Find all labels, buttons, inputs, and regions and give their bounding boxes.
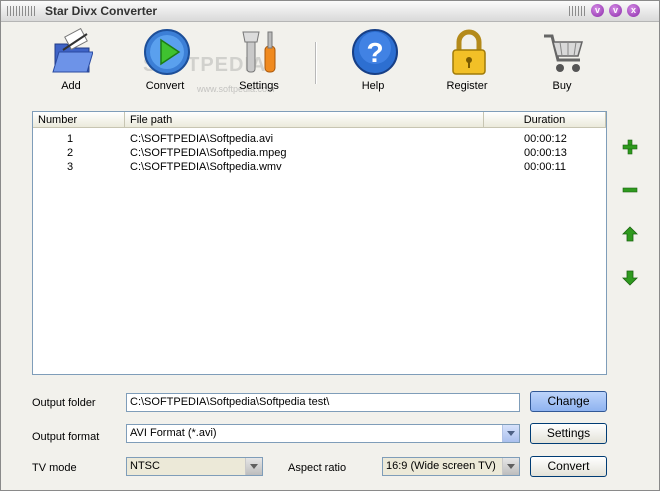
settings-button[interactable]: Settings <box>530 423 607 444</box>
chevron-down-icon[interactable] <box>502 458 519 475</box>
tv-mode-label: TV mode <box>32 462 77 474</box>
toolbar-label-buy: Buy <box>552 80 572 92</box>
help-button[interactable]: ? Help <box>338 22 408 96</box>
column-number[interactable]: Number <box>33 112 125 128</box>
title-grip <box>7 6 35 16</box>
tv-mode-value: NTSC <box>130 460 160 472</box>
register-button[interactable]: Register <box>432 22 502 96</box>
main-window: Star Divx Converter v v x SOFTPEDIA www.… <box>0 0 660 491</box>
plus-icon[interactable] <box>622 139 638 155</box>
output-folder-field[interactable]: C:\SOFTPEDIA\Softpedia\Softpedia test\ <box>126 393 520 412</box>
row-path: C:\SOFTPEDIA\Softpedia.mpeg <box>130 147 287 159</box>
play-circle-icon <box>144 29 190 75</box>
column-duration[interactable]: Duration <box>484 112 606 128</box>
column-file-path[interactable]: File path <box>125 112 484 128</box>
row-duration: 00:00:13 <box>524 147 567 159</box>
chevron-down-icon[interactable] <box>245 458 262 475</box>
window-help-icon[interactable]: v <box>591 4 604 17</box>
aspect-ratio-value: 16:9 (Wide screen TV) <box>386 460 496 472</box>
output-format-value: AVI Format (*.avi) <box>130 427 217 439</box>
output-format-select[interactable]: AVI Format (*.avi) <box>126 424 520 443</box>
table-row[interactable]: 3 C:\SOFTPEDIA\Softpedia.wmv 00:00:11 <box>33 160 606 174</box>
title-grip-right <box>569 6 587 16</box>
buy-button[interactable]: Buy <box>527 22 597 96</box>
lock-icon <box>452 29 486 75</box>
arrow-up-icon[interactable] <box>622 226 638 242</box>
svg-text:?: ? <box>366 37 383 68</box>
close-icon[interactable]: x <box>627 4 640 17</box>
minus-icon[interactable] <box>622 182 638 198</box>
aspect-ratio-select[interactable]: 16:9 (Wide screen TV) <box>382 457 520 476</box>
add-folder-icon <box>52 28 93 73</box>
output-folder-label: Output folder <box>32 397 96 409</box>
convert-toolbar-button[interactable]: Convert <box>130 22 200 96</box>
convert-button[interactable]: Convert <box>530 456 607 477</box>
output-format-label: Output format <box>32 431 100 443</box>
toolbar-separator <box>315 42 317 84</box>
row-path: C:\SOFTPEDIA\Softpedia.wmv <box>130 161 282 173</box>
question-icon: ? <box>352 29 398 75</box>
title-bar[interactable]: Star Divx Converter v v x <box>1 1 659 22</box>
change-button[interactable]: Change <box>530 391 607 412</box>
toolbar-label-help: Help <box>361 80 385 92</box>
minimize-icon[interactable]: v <box>609 4 622 17</box>
table-row[interactable]: 1 C:\SOFTPEDIA\Softpedia.avi 00:00:12 <box>33 132 606 146</box>
toolbar-label-add: Add <box>61 80 81 92</box>
row-duration: 00:00:11 <box>524 161 567 173</box>
toolbar-label-register: Register <box>446 80 488 92</box>
row-number: 3 <box>67 161 74 173</box>
chevron-down-icon[interactable] <box>502 425 519 442</box>
cart-icon <box>544 34 583 72</box>
add-button[interactable]: Add <box>36 22 106 96</box>
aspect-ratio-label: Aspect ratio <box>288 462 347 474</box>
toolbar: SOFTPEDIA www.softpedia.com Add Convert <box>1 22 659 96</box>
toolbar-label-settings: Settings <box>239 80 279 92</box>
row-number: 1 <box>67 133 74 145</box>
row-path: C:\SOFTPEDIA\Softpedia.avi <box>130 133 274 145</box>
row-number: 2 <box>67 147 74 159</box>
list-header: Number File path Duration <box>33 112 606 129</box>
toolbar-label-convert: Convert <box>145 80 185 92</box>
row-duration: 00:00:12 <box>524 133 567 145</box>
tools-icon <box>242 31 276 73</box>
window-title: Star Divx Converter <box>45 4 158 18</box>
file-list[interactable]: Number File path Duration 1 C:\SOFTPEDIA… <box>32 111 607 375</box>
tv-mode-select[interactable]: NTSC <box>126 457 263 476</box>
arrow-down-icon[interactable] <box>622 270 638 286</box>
settings-toolbar-button[interactable]: Settings <box>224 22 294 96</box>
table-row[interactable]: 2 C:\SOFTPEDIA\Softpedia.mpeg 00:00:13 <box>33 146 606 160</box>
